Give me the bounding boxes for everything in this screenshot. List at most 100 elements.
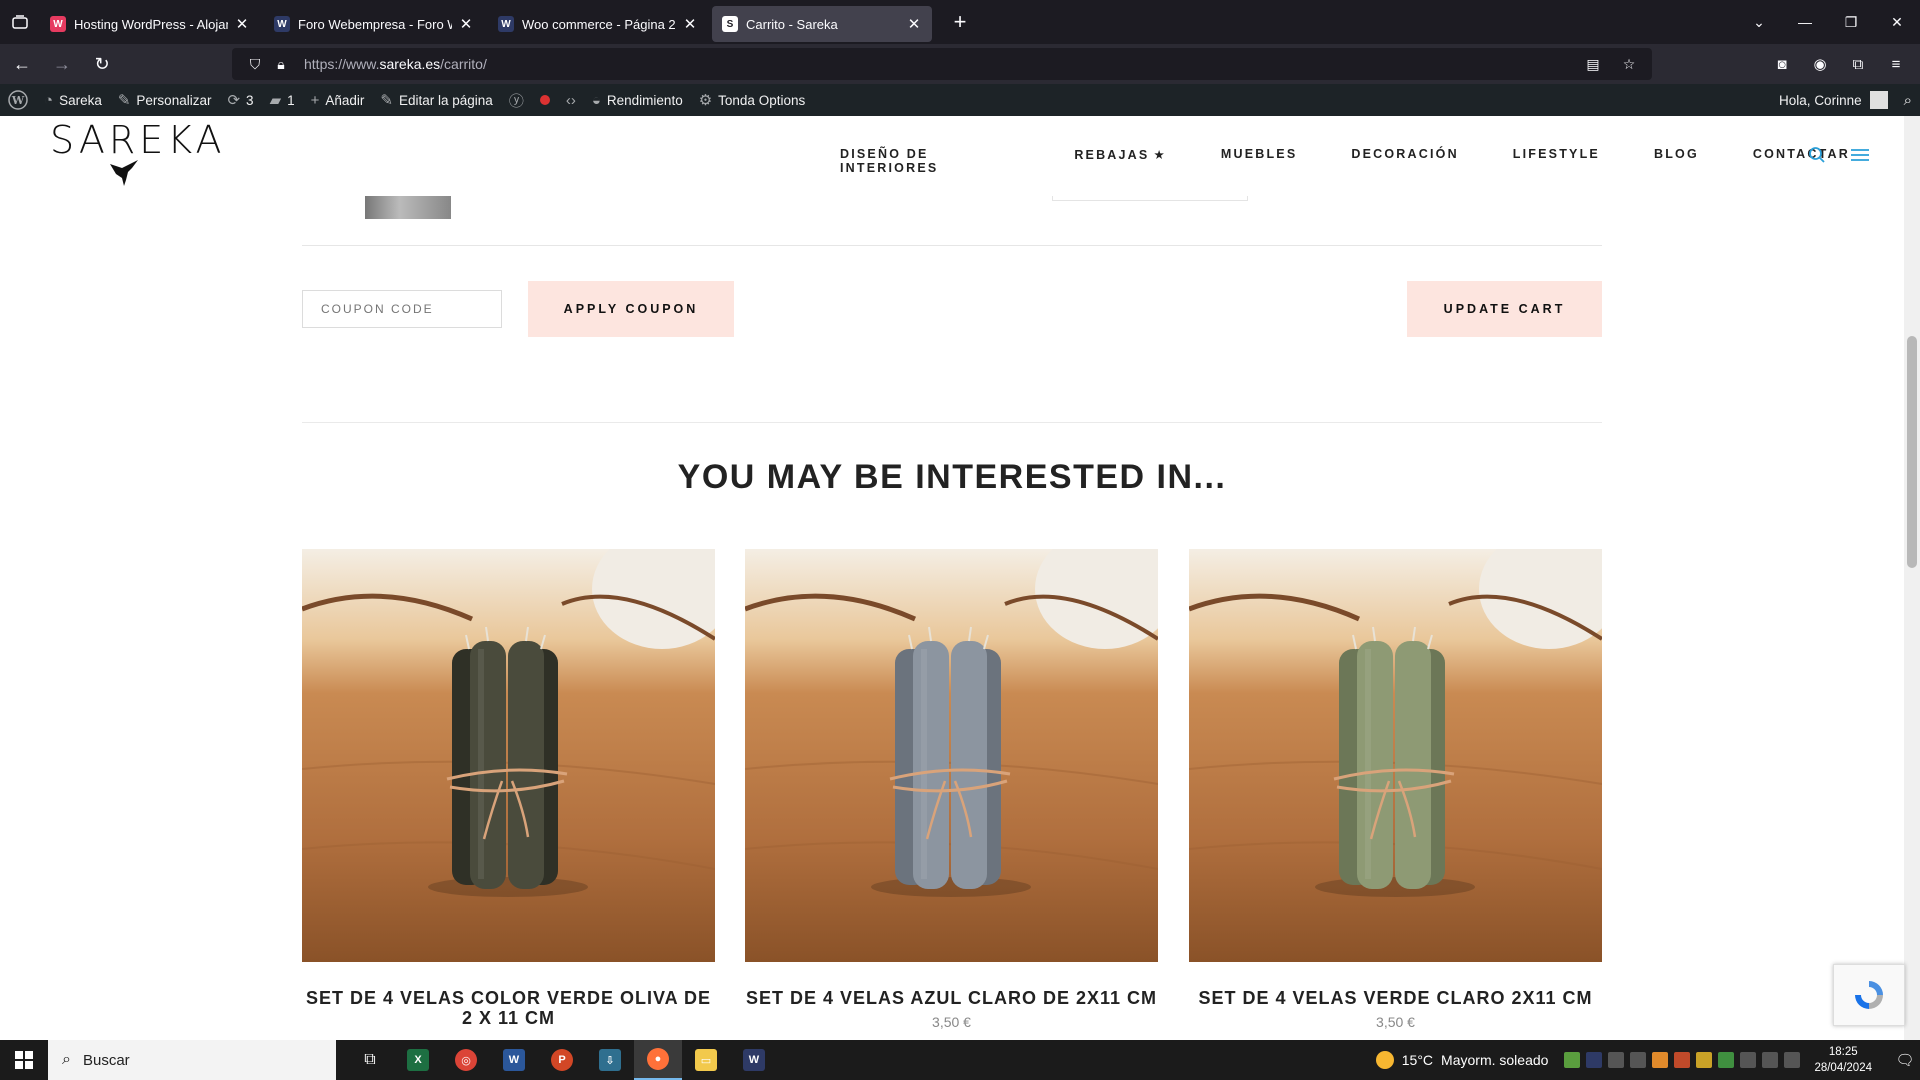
account-icon[interactable]: ◉ — [1804, 48, 1836, 80]
tab-list-chevron-icon[interactable]: ⌄ — [1736, 14, 1782, 31]
tray-icon[interactable] — [1564, 1052, 1581, 1068]
quantity-field[interactable] — [1052, 196, 1248, 201]
tray-icon[interactable] — [1608, 1052, 1625, 1068]
battery-icon[interactable] — [1762, 1052, 1779, 1068]
theme-options-menu[interactable]: ⚙ Tonda Options — [691, 84, 814, 116]
word-icon[interactable]: W — [490, 1040, 538, 1080]
hamburger-menu-icon[interactable] — [1850, 146, 1870, 164]
url-text[interactable]: https://www.sareka.es/carrito/ — [304, 56, 487, 72]
tray-icon[interactable] — [1652, 1052, 1669, 1068]
installer-icon[interactable]: ⇩ — [586, 1040, 634, 1080]
apply-coupon-button[interactable]: APPLY COUPON — [528, 281, 734, 337]
code-icon[interactable]: ‹› — [558, 84, 584, 116]
firefox-icon[interactable]: ● — [634, 1040, 682, 1080]
task-view-icon[interactable]: ⧉ — [346, 1040, 394, 1080]
edit-page-menu[interactable]: ✎ Editar la página — [372, 84, 500, 116]
menu-item-muebles[interactable]: MUEBLES — [1221, 147, 1298, 175]
shield-icon[interactable]: ⛉ — [242, 56, 268, 73]
admin-search-icon[interactable]: ⌕ — [1896, 84, 1920, 116]
menu-item-lifestyle[interactable]: LIFESTYLE — [1513, 147, 1600, 175]
updates-menu[interactable]: ⟳ 3 — [219, 84, 261, 116]
wordpress-logo-icon[interactable]: W — [0, 84, 36, 116]
star-icon: ★ — [1153, 148, 1167, 162]
scrollbar-thumb[interactable] — [1907, 336, 1917, 568]
weather-widget[interactable]: 15°C Mayorm. soleado — [1375, 1051, 1548, 1069]
cart-item-thumbnail[interactable] — [365, 196, 451, 219]
search-icon[interactable] — [1808, 146, 1826, 164]
start-button[interactable] — [0, 1040, 48, 1080]
close-tab-icon[interactable]: ✕ — [906, 15, 922, 33]
tray-icon[interactable] — [1674, 1052, 1691, 1068]
chrome-icon[interactable]: ◎ — [442, 1040, 490, 1080]
taskbar-search[interactable]: ⌕ Buscar — [48, 1040, 336, 1080]
close-window-button[interactable]: ✕ — [1874, 14, 1920, 31]
volume-icon[interactable] — [1784, 1052, 1801, 1068]
bookmark-star-icon[interactable]: ☆ — [1616, 56, 1642, 73]
lock-icon[interactable]: 🔒︎ — [268, 56, 294, 73]
clock-time: 18:25 — [1828, 1046, 1858, 1058]
network-icon[interactable] — [1740, 1052, 1757, 1068]
product-name[interactable]: SET DE 4 VELAS COLOR VERDE OLIVA DE 2 X … — [302, 988, 715, 1028]
tray-icon[interactable] — [1586, 1052, 1603, 1068]
close-tab-icon[interactable]: ✕ — [458, 15, 474, 33]
back-button[interactable]: ← — [4, 48, 40, 80]
product-name[interactable]: SET DE 4 VELAS VERDE CLARO 2X11 CM — [1189, 988, 1602, 1008]
browser-tab[interactable]: S Carrito - Sareka ✕ — [712, 6, 932, 42]
close-tab-icon[interactable]: ✕ — [682, 15, 698, 33]
add-new-menu[interactable]: + Añadir — [303, 84, 373, 116]
product-image[interactable] — [1189, 549, 1602, 962]
system-tray[interactable] — [1564, 1052, 1801, 1068]
menu-item-decoracion[interactable]: DECORACIÓN — [1351, 147, 1458, 175]
recaptcha-badge[interactable] — [1833, 964, 1905, 1026]
menu-item-rebajas-label: REBAJAS — [1074, 148, 1150, 162]
browser-tab[interactable]: W Hosting WordPress - Alojamiento ✕ — [40, 6, 260, 42]
tray-icon[interactable] — [1630, 1052, 1647, 1068]
customize-menu[interactable]: ✎ Personalizar — [110, 84, 220, 116]
pocket-icon[interactable]: ◙ — [1766, 48, 1798, 80]
product-card[interactable]: SET DE 4 VELAS COLOR VERDE OLIVA DE 2 X … — [302, 549, 715, 1028]
menu-icon[interactable]: ≡ — [1880, 48, 1912, 80]
tray-icon[interactable] — [1718, 1052, 1735, 1068]
product-card[interactable]: SET DE 4 VELAS VERDE CLARO 2X11 CM 3,50 € — [1189, 549, 1602, 1030]
extensions-icon[interactable]: ⧉ — [1842, 48, 1874, 80]
webempresa-icon[interactable]: W — [730, 1040, 778, 1080]
coupon-code-input[interactable] — [302, 290, 502, 328]
update-cart-button[interactable]: UPDATE CART — [1407, 281, 1602, 337]
clock[interactable]: 18:25 28/04/2024 — [1814, 1044, 1872, 1076]
wp-admin-bar: W ◔ Sareka ✎ Personalizar ⟳ 3 ▰ 1 + Añadir ✎ E… — [0, 84, 1920, 116]
file-explorer-icon[interactable]: ▭ — [682, 1040, 730, 1080]
forward-button[interactable]: → — [44, 48, 80, 80]
minimize-button[interactable]: — — [1782, 14, 1828, 30]
tab-favicon-icon: S — [722, 16, 738, 32]
product-card[interactable]: SET DE 4 VELAS AZUL CLARO DE 2X11 CM 3,50… — [745, 549, 1158, 1030]
notifications-icon[interactable]: 🗨︎ — [1890, 1051, 1920, 1069]
tray-icon[interactable] — [1696, 1052, 1713, 1068]
tab-overview-icon[interactable] — [0, 0, 40, 44]
page-scrollbar[interactable] — [1904, 116, 1920, 1040]
browser-tab[interactable]: W Woo commerce - Página 2 – Pl ✕ — [488, 6, 708, 42]
site-name-menu[interactable]: ◔ Sareka — [36, 84, 110, 116]
taskbar-search-placeholder: Buscar — [82, 1051, 130, 1069]
browser-tab[interactable]: W Foro Webempresa - Foro WordPress ✕ — [264, 6, 484, 42]
user-account-menu[interactable]: Hola, Corinne — [1771, 84, 1896, 116]
seo-status-dot-icon[interactable] — [532, 84, 558, 116]
excel-icon[interactable]: X — [394, 1040, 442, 1080]
menu-item-diseno[interactable]: DISEÑO DE INTERIORES — [840, 147, 1020, 175]
close-tab-icon[interactable]: ✕ — [234, 15, 250, 33]
menu-item-blog[interactable]: BLOG — [1654, 147, 1699, 175]
new-tab-button[interactable]: + — [942, 4, 978, 40]
product-image[interactable] — [302, 549, 715, 962]
address-bar[interactable]: ⛉ 🔒︎ https://www.sareka.es/carrito/ ▤ ☆ — [232, 48, 1652, 80]
powerpoint-icon[interactable]: P — [538, 1040, 586, 1080]
reload-button[interactable]: ↻ — [84, 48, 120, 80]
menu-item-rebajas[interactable]: REBAJAS ★ — [1074, 147, 1167, 175]
product-name[interactable]: SET DE 4 VELAS AZUL CLARO DE 2X11 CM — [745, 988, 1158, 1008]
comments-menu[interactable]: ▰ 1 — [262, 84, 303, 116]
pencil-icon: ✎ — [380, 92, 393, 109]
performance-menu[interactable]: ◒ Rendimiento — [584, 84, 691, 116]
product-image[interactable] — [745, 549, 1158, 962]
reader-view-icon[interactable]: ▤ — [1580, 56, 1606, 73]
site-logo[interactable]: SAREKA — [50, 118, 225, 162]
yoast-seo-icon[interactable]: ⓨ — [501, 84, 532, 116]
restore-button[interactable]: ❐ — [1828, 14, 1874, 31]
